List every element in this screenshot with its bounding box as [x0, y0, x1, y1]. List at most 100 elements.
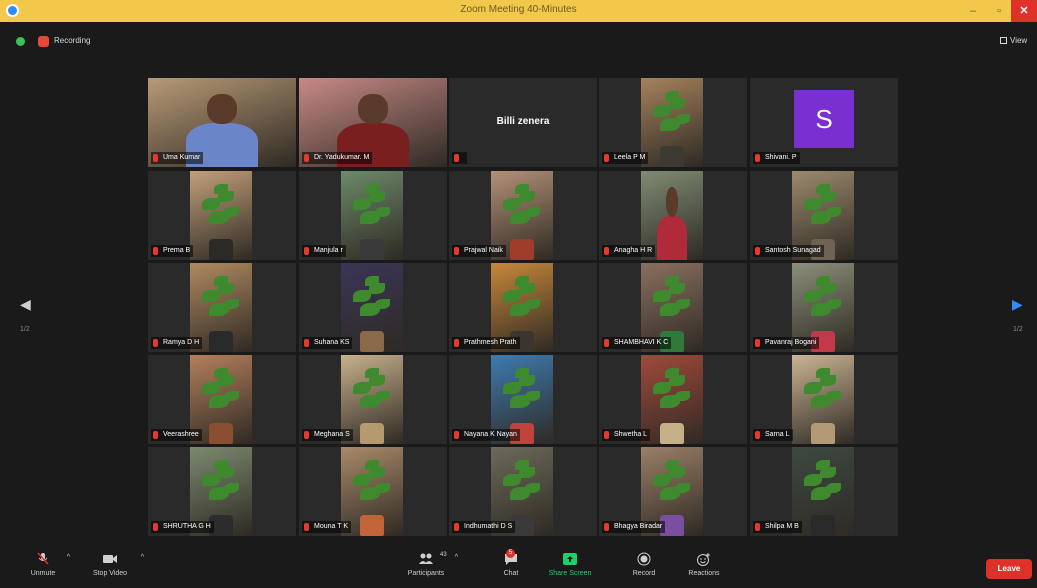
maximize-button[interactable]: ▫: [986, 0, 1012, 22]
avatar: S: [794, 90, 854, 148]
next-page-arrow-icon[interactable]: ▶: [1012, 296, 1023, 313]
participant-name-label: Prema B: [151, 245, 194, 257]
muted-mic-icon: [153, 523, 158, 531]
participant-name-label: Veerashree: [151, 429, 202, 441]
participant-tile[interactable]: Prema B: [148, 171, 296, 260]
stop-video-label: Stop Video: [92, 570, 128, 577]
participant-name: Anagha H R: [614, 247, 653, 254]
participant-tile[interactable]: Manjula r: [299, 171, 447, 260]
participant-name: Sarna L: [765, 431, 790, 438]
muted-mic-icon: [454, 523, 459, 531]
security-shield-icon[interactable]: [16, 37, 25, 46]
participant-name: Prathmesh Prath: [464, 339, 517, 346]
participant-name-label: Nayana K Nayan: [452, 429, 520, 441]
window-titlebar: Zoom Meeting 40-Minutes – ▫ ✕: [0, 0, 1037, 22]
participant-name-label: Ramya D H: [151, 337, 203, 349]
participant-name: Prema B: [163, 247, 191, 254]
participants-label: Participants: [407, 570, 445, 577]
participant-name: Uma Kumar: [163, 154, 201, 161]
video-camera-icon: [103, 555, 117, 563]
participant-tile[interactable]: Dr. Yadukumar. M: [299, 78, 447, 167]
participant-video: [641, 78, 703, 167]
participants-caret-icon[interactable]: ^: [455, 554, 458, 561]
participant-name: Shwetha L: [614, 431, 648, 438]
participant-tile[interactable]: Bhagya Biradar: [599, 447, 747, 536]
participant-name: Manjula r: [314, 247, 343, 254]
muted-mic-icon: [604, 431, 609, 439]
participant-tile[interactable]: Nayana K Nayan: [449, 355, 597, 444]
stop-video-button[interactable]: Stop Video ^: [86, 552, 144, 577]
view-button[interactable]: View: [1000, 36, 1027, 45]
video-options-caret-icon[interactable]: ^: [141, 554, 144, 561]
participants-count: 43: [440, 552, 447, 558]
chat-unread-badge: 5: [506, 549, 515, 558]
close-button[interactable]: ✕: [1011, 0, 1037, 22]
previous-page-arrow-icon[interactable]: ◀: [20, 296, 31, 313]
participant-tile[interactable]: SHRUTHA G H: [148, 447, 296, 536]
participant-tile[interactable]: Meghana S: [299, 355, 447, 444]
participant-video: [190, 171, 252, 260]
record-label: Record: [632, 570, 656, 577]
reactions-label: Reactions: [688, 570, 720, 577]
participant-name-label: SHAMBHAVI K C: [602, 337, 672, 349]
participant-tile[interactable]: Sarna L: [750, 355, 898, 444]
participant-name: Santosh Sunagad: [765, 247, 821, 254]
participant-name: Bhagya Biradar: [614, 523, 663, 530]
participant-name-label: Shivani. P: [753, 152, 800, 164]
participant-name: Indhumathi D S: [464, 523, 513, 530]
participant-tile[interactable]: Uma Kumar: [148, 78, 296, 167]
participant-tile[interactable]: Santosh Sunagad: [750, 171, 898, 260]
participant-video: [641, 355, 703, 444]
participants-button[interactable]: Participants 43 ^: [404, 552, 458, 577]
participant-tile[interactable]: Veerashree: [148, 355, 296, 444]
participant-name-label: Suhana KS: [302, 337, 353, 349]
participant-tile[interactable]: Prathmesh Prath: [449, 263, 597, 352]
participant-tile[interactable]: SHAMBHAVI K C: [599, 263, 747, 352]
participant-tile[interactable]: Billi zenera: [449, 78, 597, 167]
muted-mic-icon: [604, 339, 609, 347]
record-icon: [637, 552, 651, 566]
unmute-button[interactable]: Unmute ^: [26, 552, 70, 577]
record-button[interactable]: Record: [628, 552, 660, 577]
chat-button[interactable]: 5 Chat: [496, 549, 526, 577]
share-screen-button[interactable]: Share Screen: [546, 552, 594, 577]
muted-mic-icon: [454, 339, 459, 347]
participant-tile[interactable]: Ramya D H: [148, 263, 296, 352]
participant-tile[interactable]: S Shivani. P: [750, 78, 898, 167]
muted-mic-icon: [153, 154, 158, 162]
participant-name: Nayana K Nayan: [464, 431, 517, 438]
muted-mic-icon: [454, 431, 459, 439]
page-indicator-left: 1/2: [20, 326, 30, 333]
reactions-button[interactable]: Reactions: [684, 552, 724, 577]
participant-tile[interactable]: Pavanraj Bogani: [750, 263, 898, 352]
audio-options-caret-icon[interactable]: ^: [67, 554, 70, 561]
participant-tile[interactable]: Shilpa M B: [750, 447, 898, 536]
participant-tile[interactable]: Mouna T K: [299, 447, 447, 536]
grid-view-icon: [1000, 37, 1007, 44]
share-screen-icon: [563, 553, 577, 565]
participant-tile[interactable]: Shwetha L: [599, 355, 747, 444]
recording-label[interactable]: Recording: [54, 36, 90, 45]
muted-mic-icon: [304, 247, 309, 255]
muted-mic-icon: [755, 247, 760, 255]
window-title: Zoom Meeting 40-Minutes: [460, 4, 577, 15]
participant-name-label: Dr. Yadukumar. M: [302, 152, 373, 164]
participant-name-label: Shilpa M B: [753, 521, 802, 533]
recording-icon[interactable]: [38, 36, 49, 47]
participants-icon: [419, 553, 433, 564]
participant-tile[interactable]: Prajwal Naik: [449, 171, 597, 260]
participant-tile[interactable]: Suhana KS: [299, 263, 447, 352]
participant-name-label: Indhumathi D S: [452, 521, 516, 533]
participant-name-label: Prathmesh Prath: [452, 337, 520, 349]
muted-mic-icon: [755, 339, 760, 347]
participant-tile[interactable]: Indhumathi D S: [449, 447, 597, 536]
participant-tile[interactable]: Leela P M: [599, 78, 747, 167]
participant-display-name: Billi zenera: [496, 116, 550, 127]
leave-meeting-button[interactable]: Leave: [986, 559, 1032, 579]
participant-name-label: Manjula r: [302, 245, 346, 257]
minimize-button[interactable]: –: [960, 0, 986, 22]
participant-tile[interactable]: Anagha H R: [599, 171, 747, 260]
muted-mic-icon: [304, 431, 309, 439]
muted-mic-icon: [454, 154, 459, 162]
chat-label: Chat: [503, 570, 519, 577]
